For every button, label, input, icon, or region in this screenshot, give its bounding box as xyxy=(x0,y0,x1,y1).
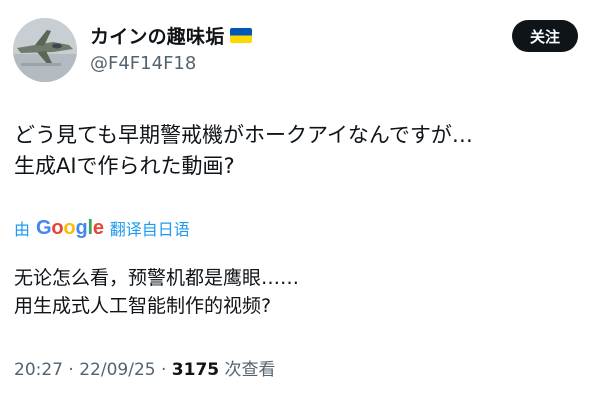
translation-prefix: 由 xyxy=(14,220,31,239)
avatar-aircraft-image xyxy=(13,18,77,82)
tweet-card: カインの趣味垢 @F4F14F18 关注 どう見ても早期警戒機がホークアイなんで… xyxy=(0,0,600,400)
user-name-row: カインの趣味垢 xyxy=(90,22,253,49)
views-count: 3175 xyxy=(171,360,220,380)
meta-separator: · xyxy=(63,360,80,380)
translated-text: 无论怎么看，预警机都是鹰眼…… 用生成式人工智能制作的视频? xyxy=(14,264,584,320)
avatar[interactable] xyxy=(13,18,77,82)
tweet-date[interactable]: 22/09/25 xyxy=(79,360,155,380)
translation-attribution[interactable]: 由 Google 翻译自日语 xyxy=(14,216,190,240)
translated-line: 用生成式人工智能制作的视频? xyxy=(14,295,272,317)
tweet-text: どう見ても早期警戒機がホークアイなんですが… 生成AIで作られた動画? xyxy=(14,120,584,182)
follow-button[interactable]: 关注 xyxy=(512,20,578,52)
tweet-line: 生成AIで作られた動画? xyxy=(14,154,235,178)
tweet-time[interactable]: 20:27 xyxy=(14,360,63,380)
translation-label[interactable]: 翻译自日语 xyxy=(110,216,190,240)
tweet-line: どう見ても早期警戒機がホークアイなんですが… xyxy=(14,123,473,147)
views-label: 次查看 xyxy=(219,360,276,380)
meta-separator: · xyxy=(155,360,172,380)
google-logo: Google xyxy=(36,216,104,239)
user-handle[interactable]: @F4F14F18 xyxy=(90,53,196,74)
translated-line: 无论怎么看，预警机都是鹰眼…… xyxy=(14,267,300,289)
display-name[interactable]: カインの趣味垢 xyxy=(90,22,224,49)
ukraine-flag-icon xyxy=(230,28,253,43)
tweet-meta: 20:27 · 22/09/25 · 3175 次查看 xyxy=(14,355,276,380)
